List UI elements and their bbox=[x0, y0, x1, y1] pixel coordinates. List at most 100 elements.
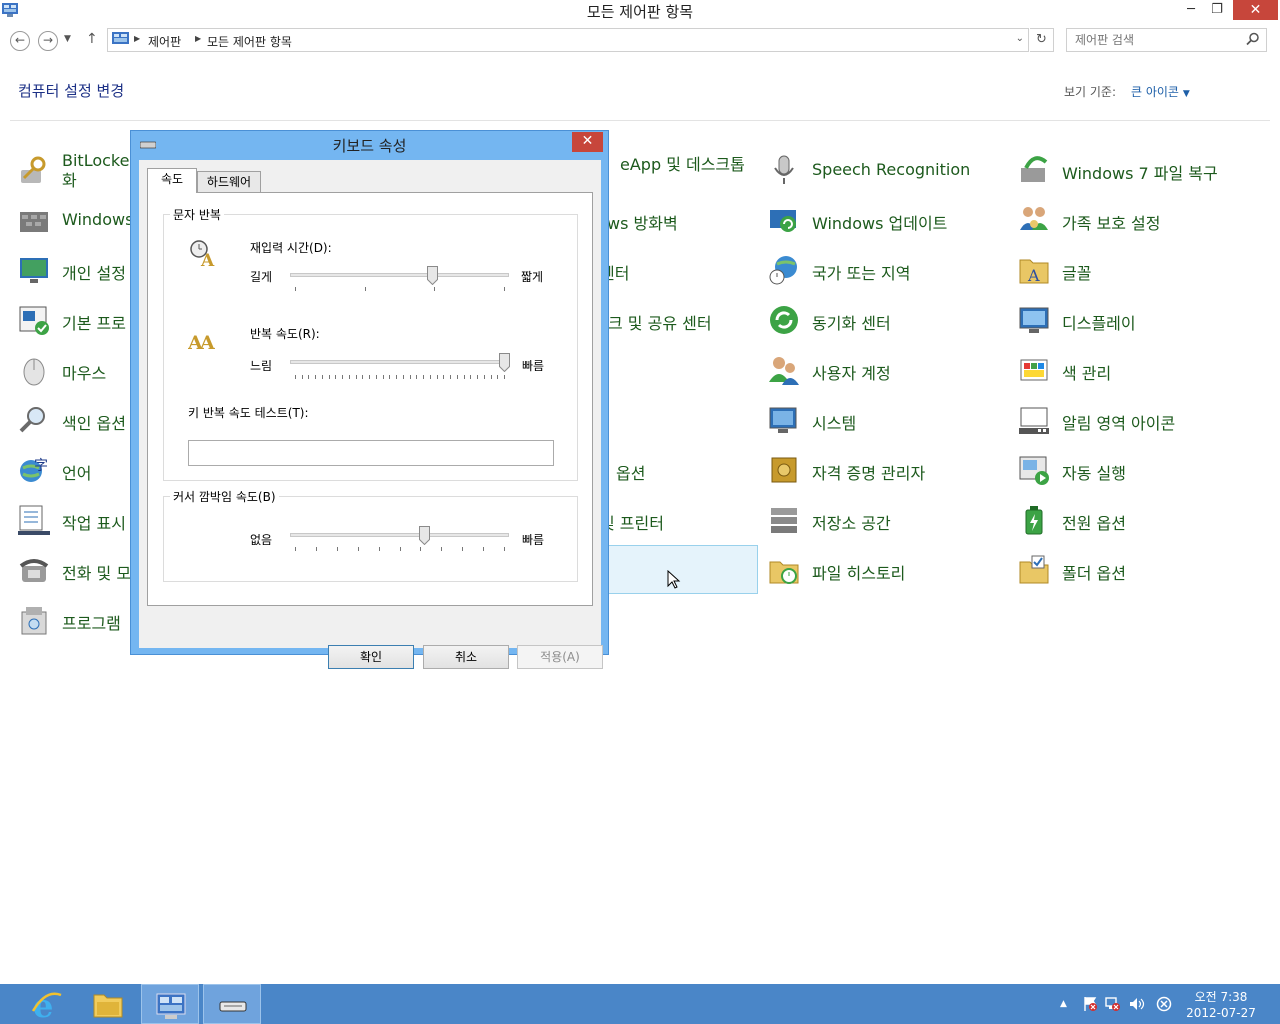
item-credential-manager[interactable]: 자격 증명 관리자 bbox=[768, 446, 1008, 494]
blink-rate-ticks bbox=[295, 547, 505, 551]
item-label: 폴더 옵션 bbox=[1062, 564, 1126, 583]
repeat-delay-slider-track[interactable] bbox=[290, 273, 509, 277]
up-button[interactable]: ↑ bbox=[86, 31, 98, 47]
apply-button[interactable]: 적용(A) bbox=[517, 645, 603, 669]
tick-mark bbox=[396, 375, 398, 379]
window-title: 모든 제어판 항목 bbox=[586, 3, 694, 21]
item-label: Windows 업데이트 bbox=[812, 214, 948, 233]
repeat-rate-slider-track[interactable] bbox=[290, 360, 509, 364]
tick-mark bbox=[436, 375, 438, 379]
search-input[interactable] bbox=[1075, 30, 1245, 50]
repeat-delay-clock-icon: A bbox=[190, 240, 215, 268]
address-bar[interactable]: ▶ 제어판 ▶ 모든 제어판 항목 ⌄ bbox=[107, 28, 1029, 52]
item-label: Speech Recognition bbox=[812, 160, 971, 179]
tick-mark bbox=[456, 375, 458, 379]
refresh-button[interactable]: ↻ bbox=[1030, 28, 1054, 52]
language-globe-icon: 字 bbox=[20, 458, 48, 482]
taskbar-control-panel[interactable] bbox=[141, 984, 199, 1024]
character-repeat-group: 문자 반복 A 재입력 시간(D): 길게 짧게 A A 반복 속도(R): 느… bbox=[163, 206, 578, 481]
navigation-bar: ← → ▼ ↑ ▶ 제어판 ▶ 모든 제어판 항목 ⌄ ↻ bbox=[0, 26, 1280, 56]
tick-mark bbox=[399, 547, 401, 551]
repeat-rate-slider-thumb[interactable] bbox=[498, 353, 510, 372]
vault-icon bbox=[771, 457, 797, 483]
item-color-management[interactable]: 색 관리 bbox=[1018, 346, 1258, 394]
item-display[interactable]: 디스플레이 bbox=[1018, 296, 1258, 344]
tab-speed[interactable]: 속도 bbox=[147, 168, 197, 193]
item-autoplay[interactable]: 자동 실행 bbox=[1018, 446, 1258, 494]
item-storage-spaces[interactable]: 저장소 공간 bbox=[768, 496, 1008, 544]
tick-mark bbox=[308, 375, 310, 379]
dropdown-arrow-icon[interactable]: ▼ bbox=[1183, 89, 1190, 99]
item-label: 색 관리 bbox=[1062, 364, 1112, 383]
item-folder-options[interactable]: 폴더 옵션 bbox=[1018, 546, 1258, 594]
tick-mark bbox=[463, 375, 465, 379]
tick-mark bbox=[504, 287, 505, 291]
search-icon[interactable] bbox=[1246, 32, 1260, 46]
item-windows7-recovery[interactable]: Windows 7 파일 복구 bbox=[1018, 146, 1258, 194]
blink-rate-slider-thumb[interactable] bbox=[419, 526, 431, 545]
system-clock[interactable]: 오전 7:38 2012-07-27 bbox=[1183, 989, 1259, 1021]
view-by-label: 보기 기준: bbox=[1064, 85, 1117, 99]
globe-clock-icon bbox=[769, 256, 797, 285]
blink-rate-slider-track[interactable] bbox=[290, 533, 509, 537]
address-dropdown-icon[interactable]: ⌄ bbox=[1016, 33, 1024, 44]
show-hidden-icons-arrow-icon[interactable]: ▲ bbox=[1060, 999, 1067, 1009]
cancel-button[interactable]: 취소 bbox=[423, 645, 509, 669]
close-button[interactable]: ✕ bbox=[1233, 0, 1278, 20]
dialog-close-button[interactable]: ✕ bbox=[572, 132, 603, 152]
breadcrumb-control-panel[interactable]: 제어판 bbox=[148, 33, 181, 50]
taskbar-keyboard-properties[interactable] bbox=[203, 984, 261, 1024]
item-label: 크 및 공유 센터 bbox=[608, 314, 712, 333]
tick-mark bbox=[423, 375, 425, 379]
repeat-test-label: 키 반복 속도 테스트(T): bbox=[188, 406, 309, 420]
forward-button[interactable]: → bbox=[38, 31, 58, 51]
item-label: 및 프린터 bbox=[600, 514, 664, 533]
item-label: Windows 7 파일 복구 bbox=[1062, 164, 1218, 183]
tab-hardware[interactable]: 하드웨어 bbox=[197, 171, 261, 193]
item-user-accounts[interactable]: 사용자 계정 bbox=[768, 346, 1008, 394]
maximize-button[interactable]: ❐ bbox=[1206, 0, 1228, 20]
clock-date: 2012-07-27 bbox=[1186, 1006, 1256, 1020]
group-label: 커서 깜박임 속도(B) bbox=[170, 488, 279, 505]
item-speech-recognition[interactable]: Speech Recognition bbox=[768, 146, 1008, 194]
repeat-rate-max-label: 빠름 bbox=[522, 359, 545, 373]
repeat-delay-label: 재입력 시간(D): bbox=[250, 241, 332, 255]
volume-icon[interactable] bbox=[1129, 996, 1145, 1012]
tick-mark bbox=[335, 375, 337, 379]
action-center-flag-icon[interactable] bbox=[1082, 996, 1098, 1012]
search-box[interactable] bbox=[1066, 28, 1267, 52]
item-power-options[interactable]: 전원 옵션 bbox=[1018, 496, 1258, 544]
item-sync-center[interactable]: 동기화 센터 bbox=[768, 296, 1008, 344]
item-windows-update[interactable]: Windows 업데이트 bbox=[768, 196, 1008, 244]
item-notification-icons[interactable]: 알림 영역 아이콘 bbox=[1018, 396, 1258, 444]
repeat-test-input[interactable] bbox=[188, 440, 554, 466]
personalization-monitor-icon bbox=[20, 258, 48, 283]
item-fonts[interactable]: A 글꼴 bbox=[1018, 246, 1258, 294]
breadcrumb-all-items[interactable]: 모든 제어판 항목 bbox=[207, 33, 292, 50]
taskbar-icon bbox=[18, 505, 50, 535]
view-by-value[interactable]: 큰 아이콘 bbox=[1131, 85, 1179, 99]
svg-text:A: A bbox=[199, 332, 215, 354]
status-error-icon[interactable] bbox=[1156, 996, 1172, 1012]
minimize-button[interactable]: ─ bbox=[1180, 0, 1202, 20]
item-label: 가족 보호 설정 bbox=[1062, 214, 1161, 233]
breadcrumb-separator-icon[interactable]: ▶ bbox=[195, 34, 201, 43]
item-label: 언어 bbox=[62, 464, 92, 483]
item-region[interactable]: 국가 또는 지역 bbox=[768, 246, 1008, 294]
network-icon[interactable] bbox=[1105, 996, 1121, 1012]
windows-update-icon bbox=[770, 210, 796, 232]
item-file-history[interactable]: 파일 히스토리 bbox=[768, 546, 1008, 594]
repeat-rate-letters-icon: A A bbox=[188, 332, 215, 354]
view-by-dropdown[interactable]: 큰 아이콘 ▼ bbox=[1131, 83, 1190, 100]
tick-mark bbox=[429, 375, 431, 379]
taskbar-internet-explorer[interactable]: e bbox=[17, 984, 75, 1024]
repeat-delay-slider-thumb[interactable] bbox=[427, 266, 439, 285]
ok-button[interactable]: 확인 bbox=[328, 645, 414, 669]
recent-locations-chevron-icon[interactable]: ▼ bbox=[64, 34, 71, 44]
item-family-safety[interactable]: 가족 보호 설정 bbox=[1018, 196, 1258, 244]
back-button[interactable]: ← bbox=[10, 31, 30, 51]
mouse-icon bbox=[23, 358, 45, 386]
breadcrumb-separator-icon[interactable]: ▶ bbox=[134, 34, 140, 43]
item-system[interactable]: 시스템 bbox=[768, 396, 1008, 444]
taskbar-file-explorer[interactable] bbox=[79, 984, 137, 1024]
